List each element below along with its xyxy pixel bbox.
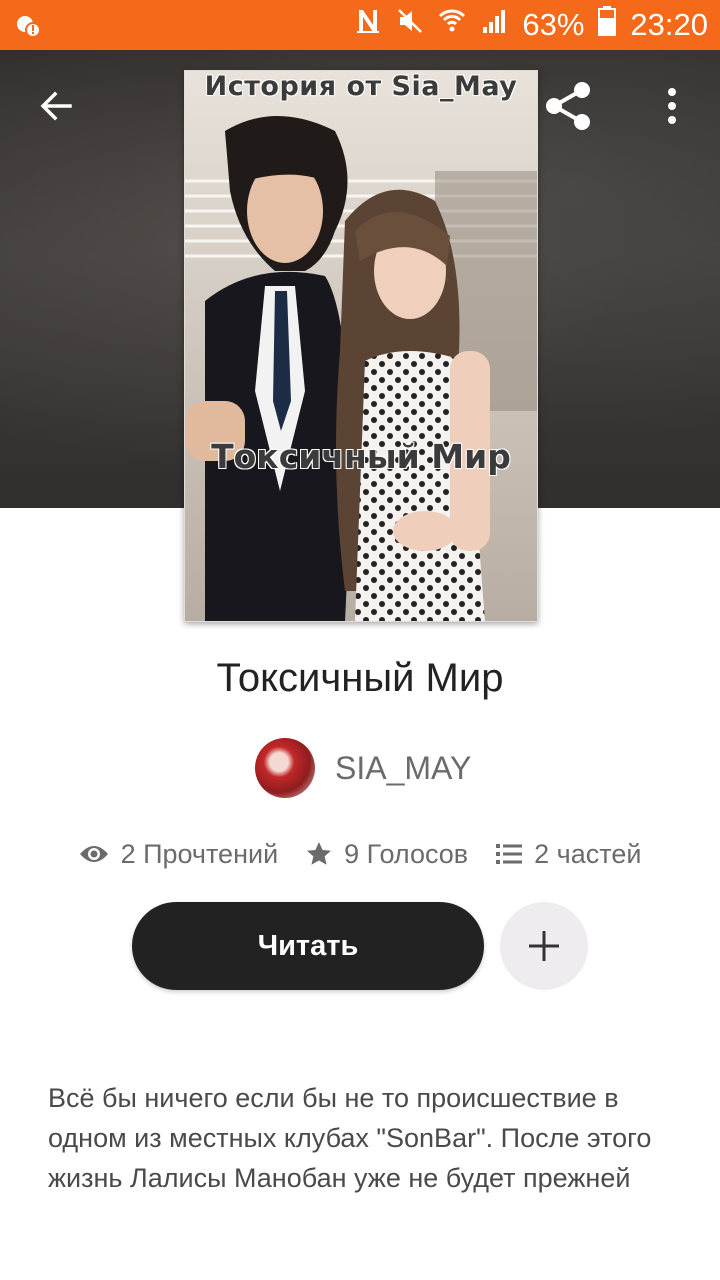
add-to-library-button[interactable] <box>500 902 588 990</box>
status-bar: 63% 23:20 <box>0 0 720 50</box>
story-stats: 2 Прочтений 9 Голосов 2 частей <box>0 834 720 874</box>
eye-icon <box>79 846 108 862</box>
story-cover[interactable]: История от Sia_May Токсичный Мир <box>184 70 538 622</box>
share-button[interactable] <box>540 78 596 134</box>
votes-count: 9 Голосов <box>344 838 469 869</box>
parts-stat: 2 частей <box>496 839 641 870</box>
mute-icon <box>396 7 424 43</box>
list-icon <box>496 844 523 864</box>
avatar[interactable] <box>255 738 315 798</box>
reads-stat: 2 Прочтений <box>79 838 279 870</box>
cover-illustration <box>185 71 537 621</box>
read-button-label: Читать <box>257 929 359 962</box>
notification-icon <box>14 12 42 45</box>
votes-stat: 9 Голосов <box>306 839 468 870</box>
plus-icon <box>529 931 559 961</box>
back-arrow-icon <box>40 91 72 121</box>
star-icon <box>307 842 332 865</box>
battery-percent: 63% <box>522 7 585 42</box>
reads-count: 2 Прочтений <box>120 838 279 869</box>
share-icon <box>546 82 590 130</box>
back-button[interactable] <box>28 78 84 134</box>
author-name[interactable]: SIA_MAY <box>335 750 471 787</box>
cover-title: Токсичный Мир <box>211 437 511 476</box>
author-link[interactable]: SIA_MAY <box>255 738 471 798</box>
signal-icon <box>480 7 508 43</box>
more-vert-icon <box>668 88 676 124</box>
wifi-icon <box>438 7 466 43</box>
cover-subtitle: История от Sia_May <box>204 71 518 102</box>
clock: 23:20 <box>630 7 708 42</box>
story-title: Токсичный Мир <box>216 656 504 700</box>
story-description: Всё бы ничего если бы не то происшествие… <box>48 1083 652 1193</box>
read-button[interactable]: Читать <box>132 902 484 990</box>
more-options-button[interactable] <box>644 78 700 134</box>
nfc-icon <box>354 7 382 43</box>
parts-count: 2 частей <box>534 838 642 869</box>
battery-icon <box>598 6 617 44</box>
